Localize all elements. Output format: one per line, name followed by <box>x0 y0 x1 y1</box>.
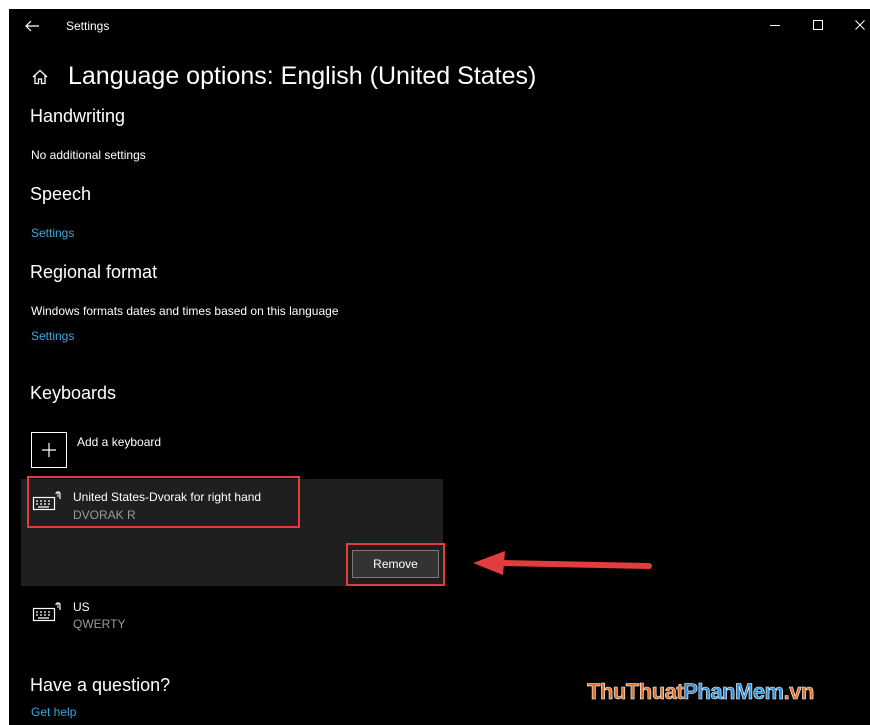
speech-settings-link[interactable]: Settings <box>31 226 74 240</box>
handwriting-heading: Handwriting <box>30 106 126 126</box>
back-arrow-icon <box>25 20 39 32</box>
help-heading: Have a question? <box>30 675 171 695</box>
highlight-box-dvorak <box>27 476 300 528</box>
add-keyboard-label[interactable]: Add a keyboard <box>77 435 161 449</box>
minimize-icon <box>770 25 780 26</box>
settings-window: Settings Language options: English (Unit… <box>9 9 870 725</box>
regional-format-text: Windows formats dates and times based on… <box>31 304 339 318</box>
home-icon <box>32 69 48 85</box>
maximize-button[interactable] <box>806 15 830 35</box>
highlight-box-remove <box>346 543 445 586</box>
get-help-link[interactable]: Get help <box>31 705 76 719</box>
maximize-icon <box>813 20 823 30</box>
regional-settings-link[interactable]: Settings <box>31 329 74 343</box>
back-button[interactable] <box>21 17 43 35</box>
watermark-logo: ThuThuatPhanMem.vn <box>587 679 815 705</box>
handwriting-text: No additional settings <box>31 148 146 162</box>
keyboards-heading: Keyboards <box>30 383 117 403</box>
plus-icon <box>42 443 56 457</box>
add-keyboard-button[interactable] <box>31 432 67 468</box>
speech-heading: Speech <box>30 184 92 204</box>
annotation-arrow-icon <box>473 551 652 575</box>
close-icon <box>855 20 865 30</box>
keyboard-layout-us: QWERTY <box>73 617 126 631</box>
minimize-button[interactable] <box>763 15 787 35</box>
keyboard-name-us[interactable]: US <box>73 600 90 614</box>
page-title: Language options: English (United States… <box>68 62 537 90</box>
close-button[interactable] <box>848 15 870 35</box>
title-bar: Settings <box>9 9 870 41</box>
home-button[interactable] <box>30 67 50 87</box>
keyboard-icon <box>32 602 61 622</box>
window-title: Settings <box>66 19 110 33</box>
regional-format-heading: Regional format <box>30 262 158 282</box>
